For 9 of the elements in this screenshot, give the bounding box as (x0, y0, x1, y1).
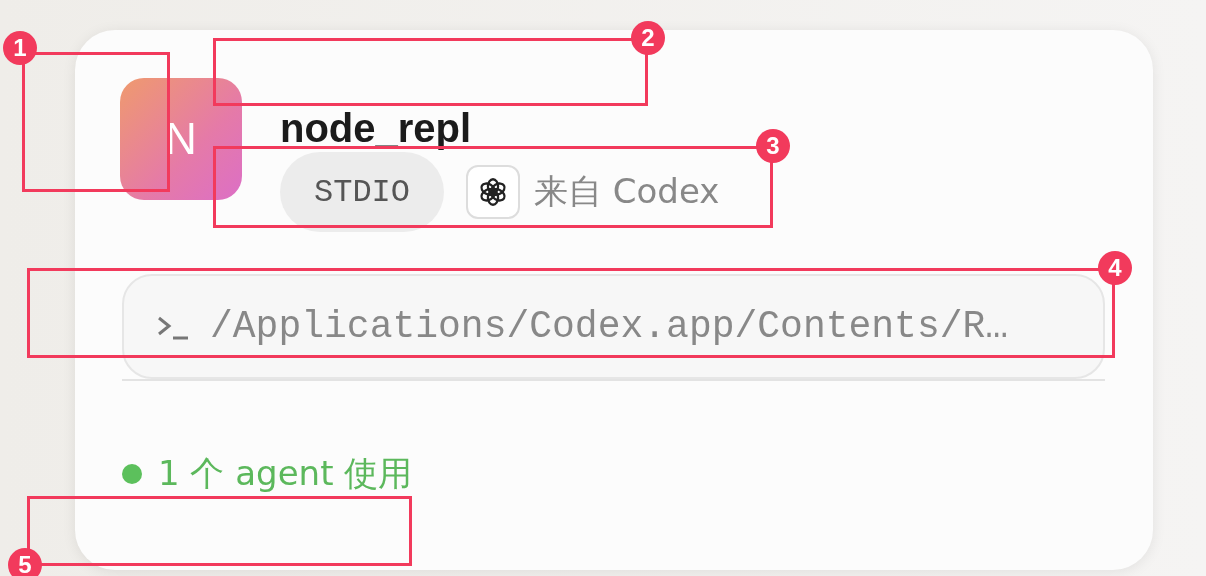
annotation-marker: 2 (631, 21, 665, 55)
knot-icon (466, 165, 520, 219)
annotation-marker: 1 (3, 31, 37, 65)
status-label: 1 个 agent 使用 (158, 452, 413, 495)
transport-badge: STDIO (280, 152, 444, 232)
command-field[interactable]: /Applications/Codex.app/Contents/R… (122, 274, 1105, 379)
source-label: 来自 Codex (534, 170, 720, 213)
server-name: node_repl (280, 106, 473, 150)
annotation-marker: 5 (8, 548, 42, 576)
